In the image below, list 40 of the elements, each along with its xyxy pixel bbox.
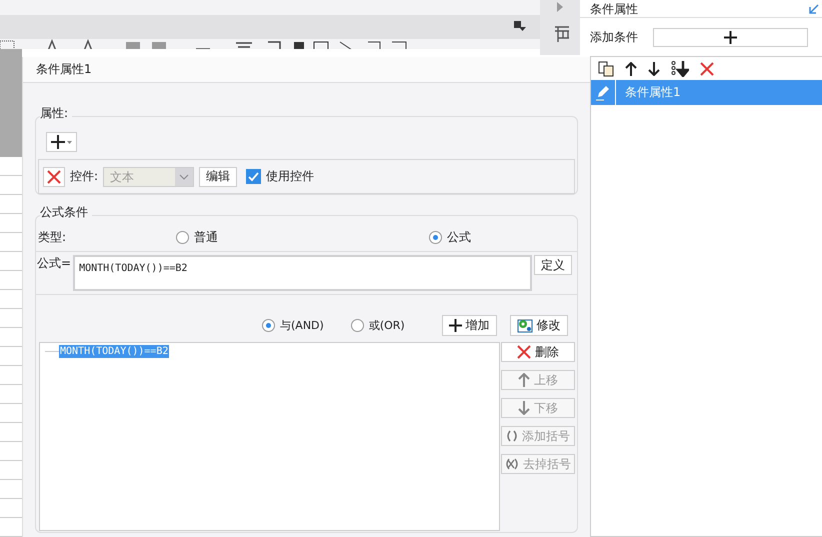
chevron-down-icon [179, 174, 190, 180]
delete-icon[interactable] [700, 62, 714, 76]
arrow-up-icon[interactable] [625, 62, 637, 76]
radio-option[interactable]: 或(OR) [350, 318, 405, 332]
checkbox-label: 使用控件 [266, 168, 314, 185]
formula-label: 公式= [37, 255, 72, 272]
group-label: 公式条件 [40, 204, 92, 221]
move-to-bottom-icon[interactable] [671, 60, 689, 76]
grid-icon[interactable] [554, 26, 570, 42]
plus-icon [448, 318, 462, 332]
pencil-icon [595, 84, 611, 100]
close-icon [517, 345, 531, 359]
radio-option[interactable]: 公式 [429, 228, 577, 246]
crossed-parentheses-icon [505, 458, 519, 470]
parentheses-icon [506, 430, 518, 442]
gear-frame-icon [516, 318, 533, 332]
add-dropdown-button[interactable] [46, 132, 77, 152]
side-button[interactable]: 删除 [501, 342, 575, 362]
delete-button[interactable] [43, 166, 65, 186]
group-label: 属性: [40, 105, 72, 122]
radio-option[interactable]: 普通 [176, 228, 429, 246]
add-condition-label: 添加条件 [590, 28, 638, 46]
plus-icon [724, 30, 737, 44]
dropdown-menu-icon[interactable] [514, 21, 526, 32]
arrow-down-icon[interactable] [648, 62, 660, 76]
copy-icon[interactable] [598, 60, 614, 76]
checkbox[interactable] [246, 169, 262, 184]
define-button[interactable]: 定义 [534, 255, 572, 275]
add-button[interactable]: 增加 [442, 314, 497, 336]
arrow-down-icon [518, 401, 530, 415]
type-label: 类型: [38, 228, 68, 246]
formula-field[interactable]: MONTH(TODAY())==B2 [73, 255, 532, 291]
panel-title: 条件属性 [590, 2, 638, 14]
edit-button[interactable]: 编辑 [199, 166, 238, 186]
control-label: 控件: [70, 168, 98, 185]
arrow-up-icon [518, 373, 530, 387]
diagonal-arrow-icon[interactable] [809, 4, 819, 14]
dialog-title: 条件属性1 [23, 57, 590, 83]
radio-option[interactable]: 与(AND) [262, 318, 324, 332]
modify-button[interactable]: 修改 [510, 314, 568, 336]
